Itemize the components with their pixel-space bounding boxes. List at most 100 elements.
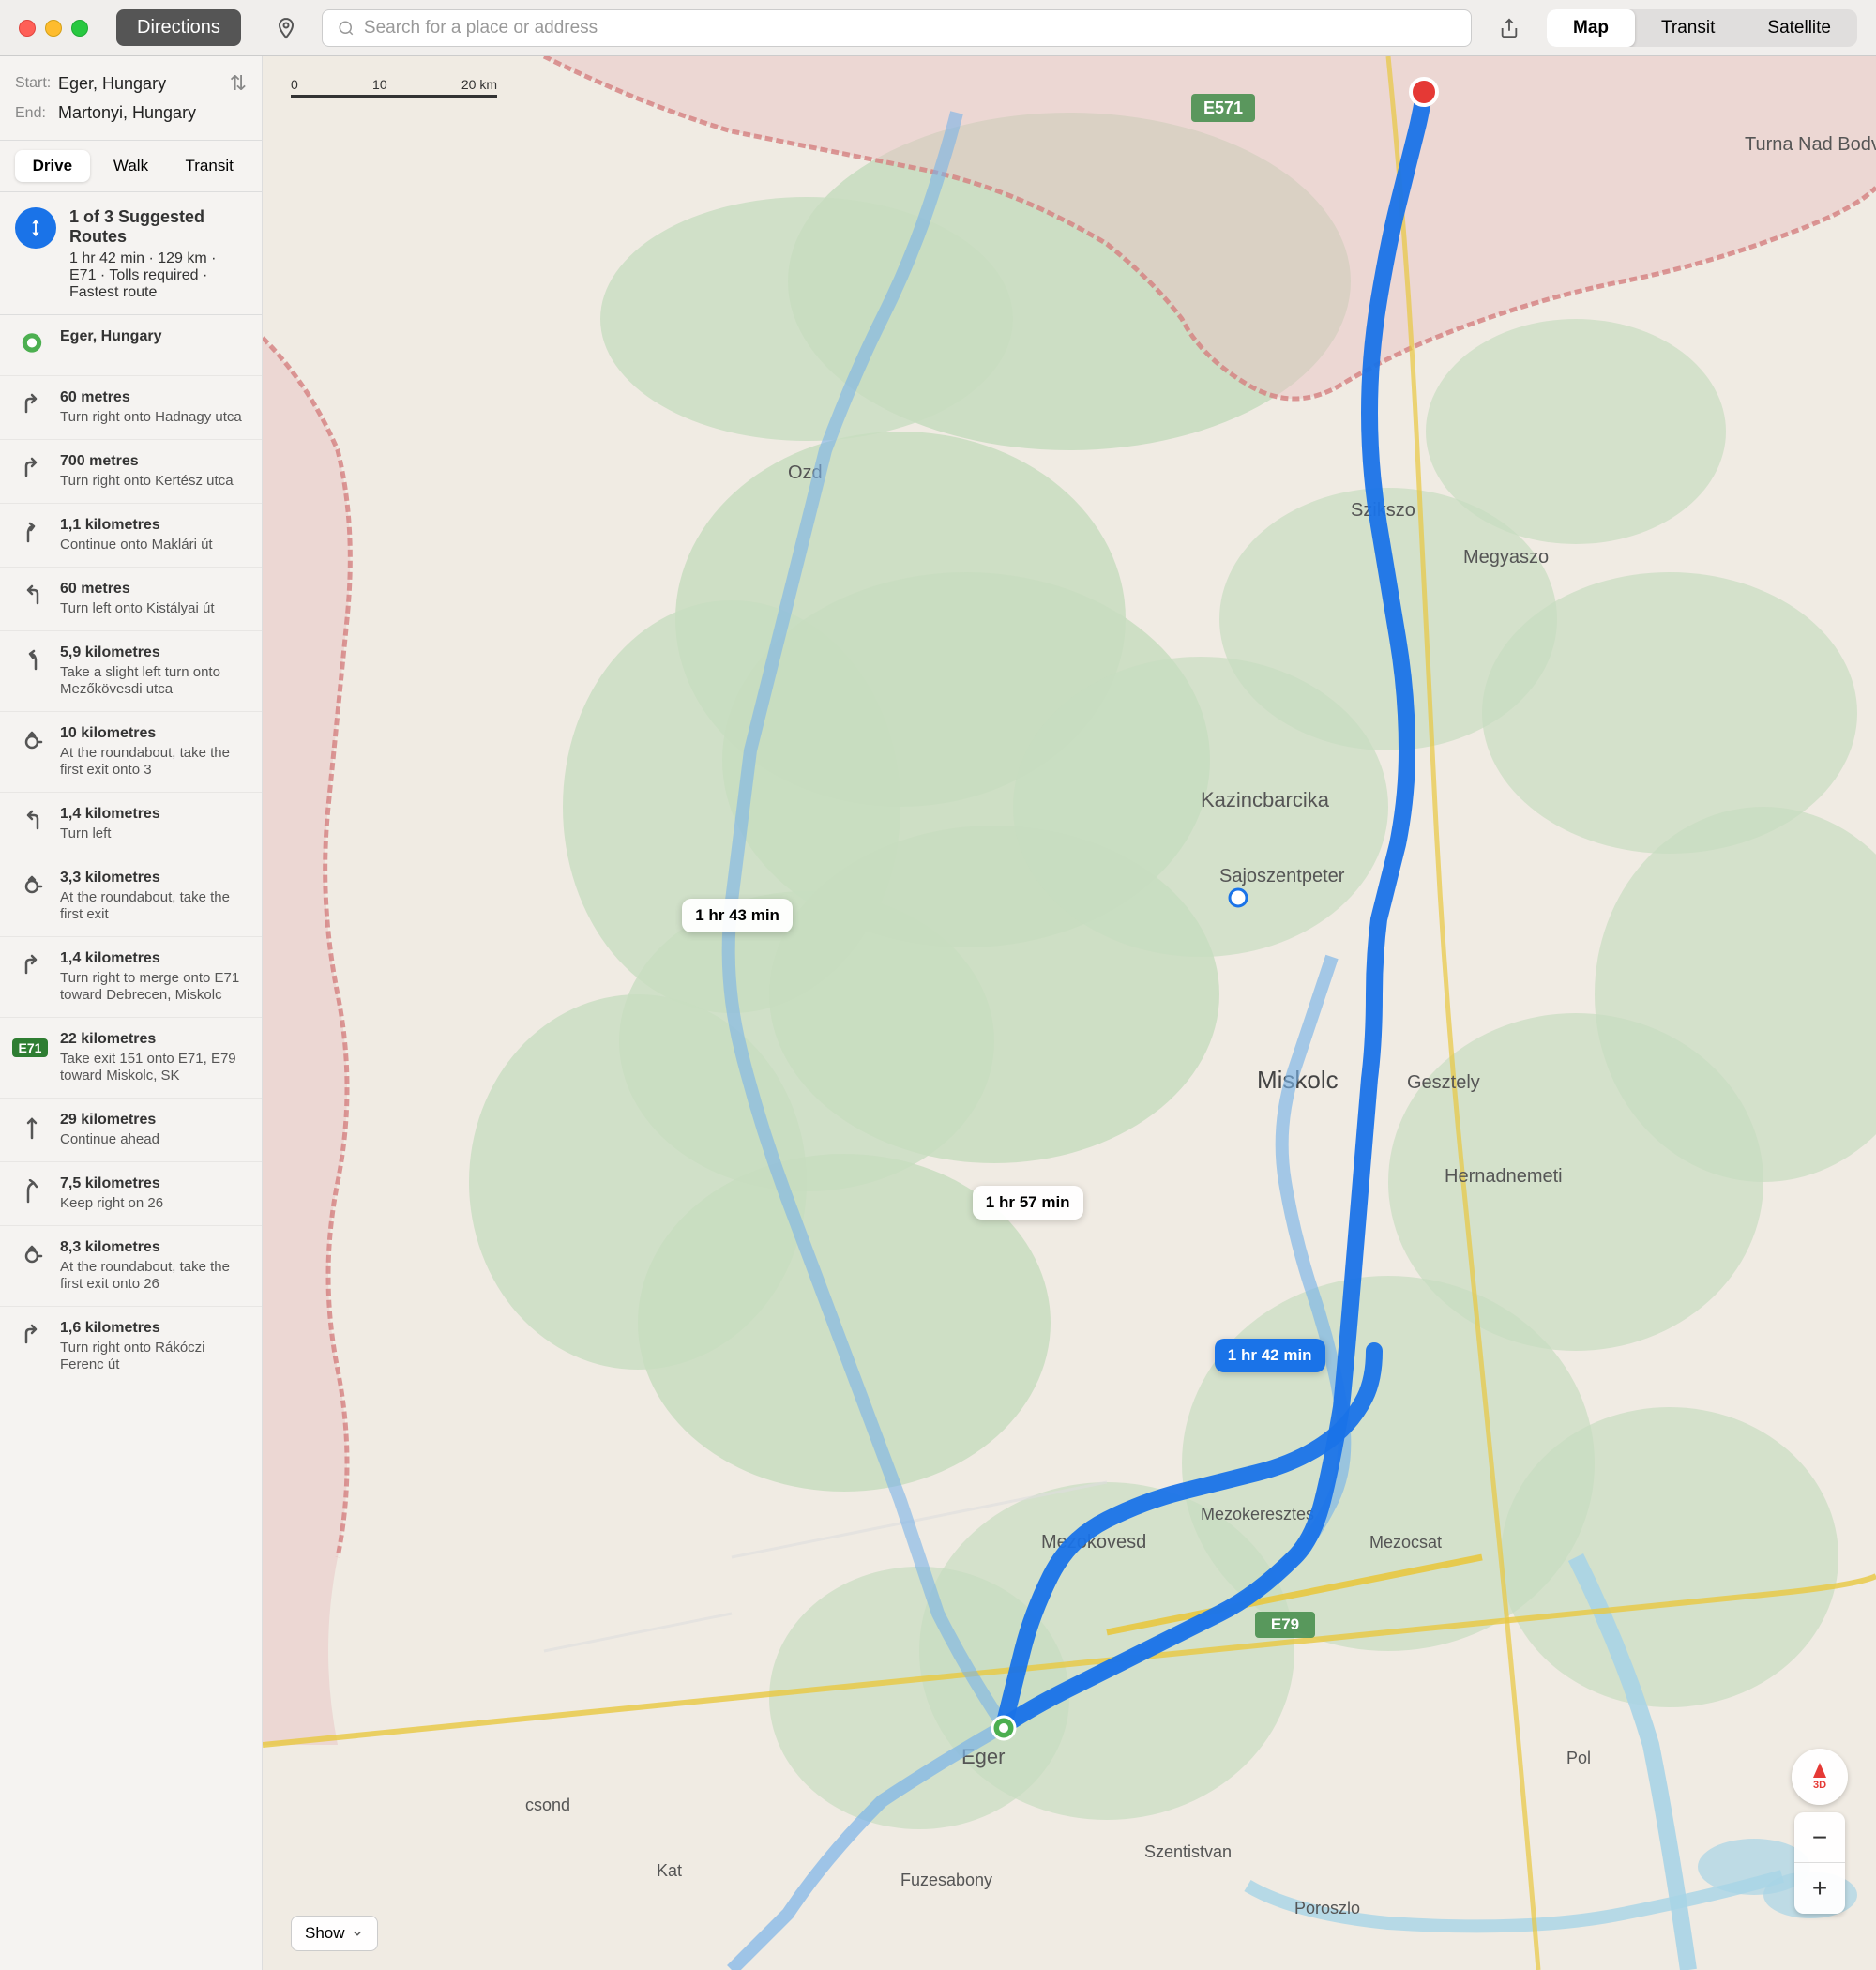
step-text: 7,5 kilometres Keep right on 26 <box>60 1175 163 1212</box>
traffic-lights <box>19 20 88 37</box>
tab-satellite[interactable]: Satellite <box>1741 9 1857 47</box>
step-text: 1,6 kilometres Turn right onto Rákóczi F… <box>60 1320 247 1373</box>
straight-icon <box>15 1112 49 1145</box>
search-bar[interactable]: Search for a place or address <box>322 9 1472 47</box>
step-text: 10 kilometres At the roundabout, take th… <box>60 725 247 779</box>
turn-left-icon <box>15 581 49 614</box>
compass-label: 3D <box>1813 1780 1826 1791</box>
compass-button[interactable]: 3D <box>1792 1749 1848 1805</box>
origin-name: Eger, Hungary <box>60 328 161 345</box>
route-inputs: Start: Eger, Hungary ⇅ End: Martonyi, Hu… <box>0 56 262 141</box>
show-label: Show <box>305 1924 345 1943</box>
turn-right-icon <box>15 453 49 487</box>
end-value: Martonyi, Hungary <box>58 103 196 123</box>
time-bubble-selected[interactable]: 1 hr 42 min <box>1215 1339 1325 1372</box>
scale-20: 20 km <box>461 77 497 92</box>
zoom-controls: − + <box>1794 1812 1845 1914</box>
route-summary-text: 1 of 3 Suggested Routes 1 hr 42 min · 12… <box>69 207 247 301</box>
turn-right-icon <box>15 389 49 423</box>
directions-button[interactable]: Directions <box>116 9 241 46</box>
time-bubble-2[interactable]: 1 hr 57 min <box>973 1186 1083 1220</box>
step-item: 29 kilometres Continue ahead <box>0 1099 262 1162</box>
svg-text:csond: csond <box>525 1796 570 1814</box>
steps-list: 60 metres Turn right onto Hadnagy utca 7… <box>0 376 262 1387</box>
step-item: 60 metres Turn right onto Hadnagy utca <box>0 376 262 440</box>
step-item: 700 metres Turn right onto Kertész utca <box>0 440 262 504</box>
svg-text:Hernadnemeti: Hernadnemeti <box>1445 1166 1563 1187</box>
roundabout-icon <box>15 725 49 759</box>
tab-map[interactable]: Map <box>1547 9 1635 47</box>
zoom-out-button[interactable]: − <box>1794 1812 1845 1863</box>
svg-text:E79: E79 <box>1271 1615 1299 1633</box>
step-item: 1,4 kilometres Turn left <box>0 793 262 856</box>
scale-0: 0 <box>291 77 298 92</box>
show-dropdown[interactable]: Show <box>291 1916 378 1951</box>
close-button[interactable] <box>19 20 36 37</box>
origin-text: Eger, Hungary <box>60 328 161 348</box>
time-bubble-1[interactable]: 1 hr 43 min <box>682 899 793 932</box>
slight-left-icon <box>15 644 49 678</box>
slight-right-icon <box>15 517 49 551</box>
route-summary-details: 1 hr 42 min · 129 km · E71 · Tolls requi… <box>69 250 247 301</box>
svg-text:Mezocsat: Mezocsat <box>1369 1533 1442 1552</box>
step-text: 29 kilometres Continue ahead <box>60 1112 159 1148</box>
step-text: 22 kilometres Take exit 151 onto E71, E7… <box>60 1031 247 1084</box>
step-text: 1,1 kilometres Continue onto Maklári út <box>60 517 213 553</box>
maximize-button[interactable] <box>71 20 88 37</box>
step-item: 1,6 kilometres Turn right onto Rákóczi F… <box>0 1307 262 1387</box>
tab-walk[interactable]: Walk <box>94 150 169 182</box>
search-icon <box>338 20 355 37</box>
tab-transit[interactable]: Transit <box>1635 9 1741 47</box>
location-icon[interactable] <box>269 11 303 45</box>
step-text: 1,4 kilometres Turn left <box>60 806 160 842</box>
tab-transit[interactable]: Transit <box>172 150 247 182</box>
svg-text:Mezokeresztes: Mezokeresztes <box>1201 1505 1314 1523</box>
tab-drive[interactable]: Drive <box>15 150 90 182</box>
route-summary-title: 1 of 3 Suggested Routes <box>69 207 247 247</box>
scale-labels: 0 10 20 km <box>291 77 497 92</box>
step-text: 3,3 kilometres At the roundabout, take t… <box>60 870 247 923</box>
share-button[interactable] <box>1490 9 1528 47</box>
step-text: 5,9 kilometres Take a slight left turn o… <box>60 644 247 698</box>
step-text: 8,3 kilometres At the roundabout, take t… <box>60 1239 247 1293</box>
svg-text:Sajoszentpeter: Sajoszentpeter <box>1219 866 1345 886</box>
scale-bar <box>291 95 497 98</box>
svg-text:Turna Nad Bodvou: Turna Nad Bodvou <box>1745 134 1876 155</box>
main-layout: Start: Eger, Hungary ⇅ End: Martonyi, Hu… <box>0 56 1876 1970</box>
step-text: 1,4 kilometres Turn right to merge onto … <box>60 950 247 1004</box>
step-item: 10 kilometres At the roundabout, take th… <box>0 712 262 793</box>
turn-right-icon <box>15 1320 49 1354</box>
transport-tabs: Drive Walk Transit <box>0 141 262 192</box>
step-text: 60 metres Turn right onto Hadnagy utca <box>60 389 242 426</box>
step-item: 7,5 kilometres Keep right on 26 <box>0 1162 262 1226</box>
turn-left-icon <box>15 806 49 840</box>
compass-north-indicator <box>1813 1763 1826 1778</box>
route-icon <box>15 207 56 249</box>
zoom-in-button[interactable]: + <box>1794 1863 1845 1914</box>
step-text: 700 metres Turn right onto Kertész utca <box>60 453 234 490</box>
roundabout-icon <box>15 870 49 903</box>
swap-button[interactable]: ⇅ <box>230 71 247 96</box>
svg-text:Kazincbarcika: Kazincbarcika <box>1201 788 1330 811</box>
svg-text:Gesztely: Gesztely <box>1407 1072 1480 1093</box>
scale-10: 10 <box>372 77 387 92</box>
minimize-button[interactable] <box>45 20 62 37</box>
search-placeholder: Search for a place or address <box>364 18 598 38</box>
start-row: Start: Eger, Hungary ⇅ <box>15 71 247 96</box>
origin-icon <box>15 328 49 362</box>
map-area[interactable]: Eger Mezokovesd Mezokeresztes Mezocsat F… <box>263 56 1876 1970</box>
svg-text:E571: E571 <box>1203 98 1243 117</box>
chevron-down-icon <box>351 1927 364 1940</box>
svg-text:Poroszlo: Poroszlo <box>1294 1899 1360 1917</box>
map-controls: 3D − + <box>1792 1749 1848 1914</box>
sidebar: Start: Eger, Hungary ⇅ End: Martonyi, Hu… <box>0 56 263 1970</box>
svg-text:Fuzesabony: Fuzesabony <box>900 1871 992 1889</box>
step-item: 1,1 kilometres Continue onto Maklári út <box>0 504 262 568</box>
keep-right-icon <box>15 1175 49 1209</box>
step-item: 8,3 kilometres At the roundabout, take t… <box>0 1226 262 1307</box>
svg-text:Pol: Pol <box>1566 1749 1591 1767</box>
map-background: Eger Mezokovesd Mezokeresztes Mezocsat F… <box>263 56 1876 1970</box>
step-item: 3,3 kilometres At the roundabout, take t… <box>0 856 262 937</box>
map-view-tabs: Map Transit Satellite <box>1547 9 1857 47</box>
svg-text:Szentistvan: Szentistvan <box>1144 1842 1232 1861</box>
